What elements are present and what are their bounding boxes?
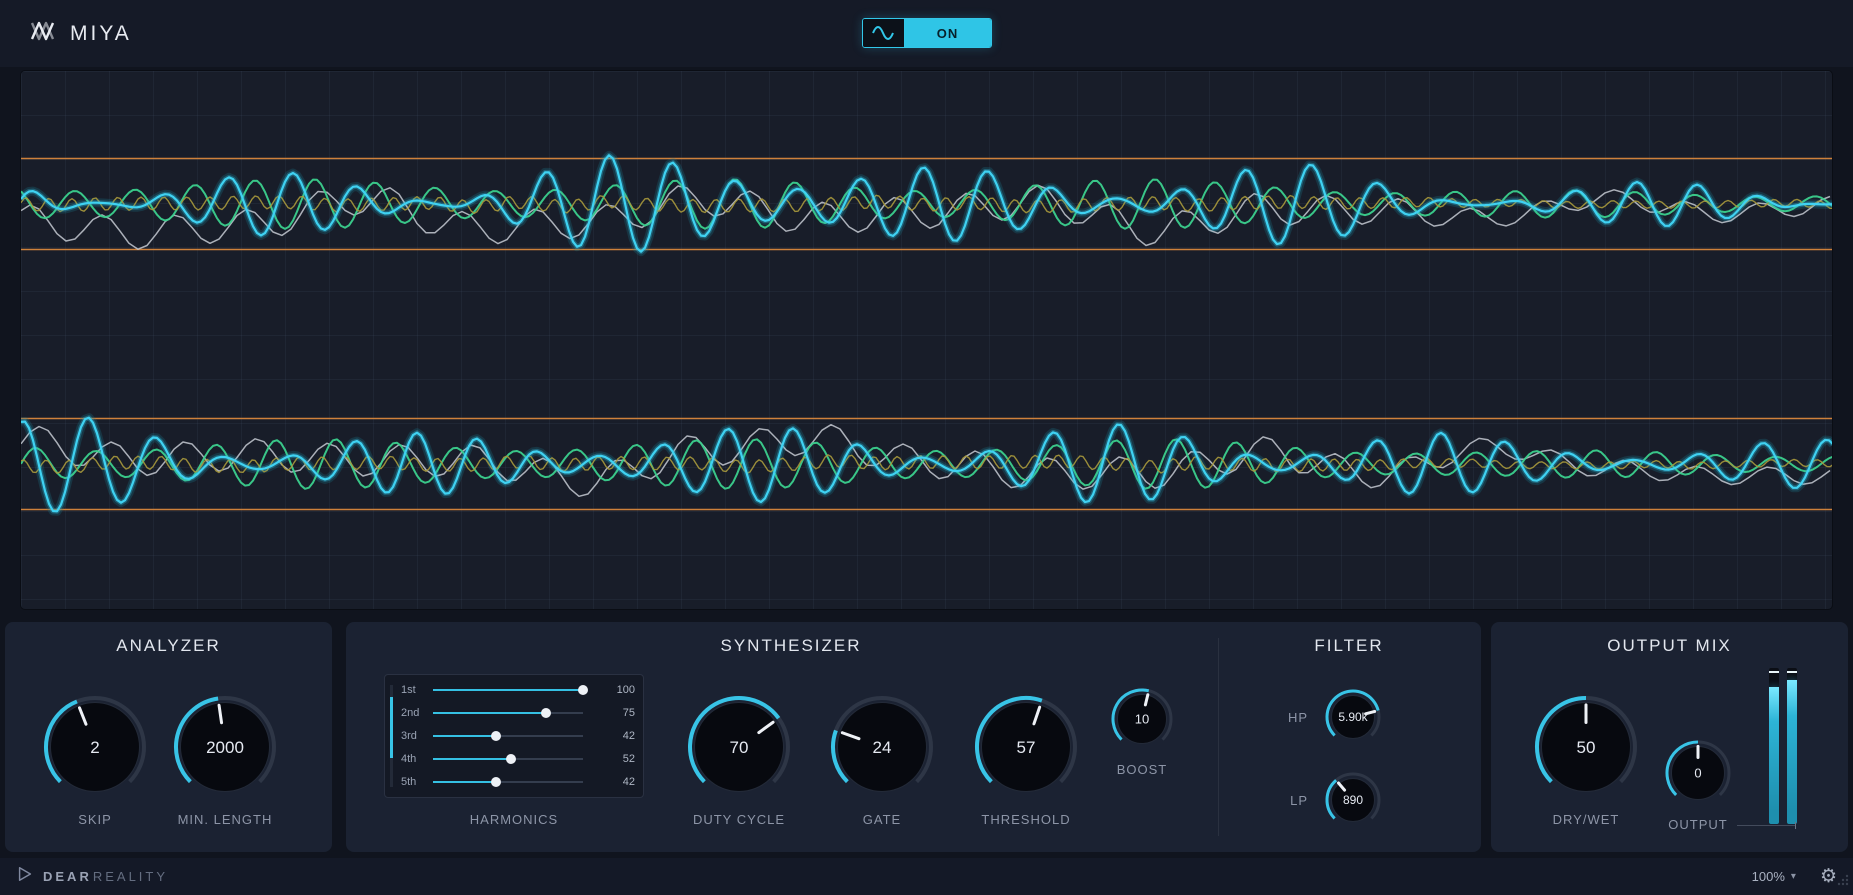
synthesizer-panel: SYNTHESIZER 1st 100 2nd 75 3rd 42 4th 52 5th 42 H…	[346, 622, 1481, 852]
threshold-knob-label: THRESHOLD	[981, 812, 1071, 827]
harmonic-slider[interactable]	[433, 685, 588, 696]
output-range-indicator	[1737, 822, 1796, 829]
harmonic-value: 100	[616, 684, 635, 697]
output-knob[interactable]: 0	[1664, 739, 1732, 807]
harmonic-slider-handle[interactable]	[490, 730, 501, 741]
svg-text:10: 10	[1135, 712, 1149, 727]
harmonic-row-4th: 4th 52	[401, 749, 635, 769]
harmonic-label: 1st	[401, 684, 416, 697]
harmonic-value: 52	[622, 752, 635, 765]
min-length-knob[interactable]: 2000	[173, 695, 277, 799]
harmonic-slider-handle[interactable]	[578, 685, 588, 696]
chevron-down-icon: ▾	[1790, 871, 1796, 882]
output-level-meters	[1769, 668, 1797, 824]
skip-knob-label: SKIP	[78, 812, 112, 827]
harmonic-slider[interactable]	[433, 753, 583, 764]
section-divider	[1218, 638, 1219, 836]
synthesizer-title: SYNTHESIZER	[720, 636, 862, 655]
status-bar: DEARREALITY 100% ▾ ⚙	[0, 858, 1853, 895]
brand-bold-text: DEAR	[43, 868, 92, 884]
harmonic-row-1st: 1st 100	[401, 680, 635, 700]
lp-knob-label: LP	[1290, 793, 1308, 808]
threshold-knob[interactable]: 57	[974, 695, 1078, 799]
dear-reality-logo-icon	[16, 865, 34, 888]
boost-knob[interactable]: 10	[1110, 687, 1174, 751]
harmonic-label: 4th	[401, 752, 417, 765]
boost-knob-label: BOOST	[1116, 762, 1168, 777]
app-title: MIYA	[70, 21, 132, 45]
top-bar: MIYA ON	[0, 0, 1853, 67]
harmonic-value: 75	[622, 707, 635, 720]
harmonic-row-2nd: 2nd 75	[401, 703, 635, 723]
harmonic-slider-handle[interactable]	[506, 753, 516, 764]
waveform-channel-1	[21, 150, 1832, 257]
svg-text:2: 2	[90, 738, 99, 757]
harmonic-row-5th: 5th 42	[401, 772, 635, 792]
output-mix-panel: OUTPUT MIX 50 DRY/WET 0 OUTPUT	[1491, 622, 1848, 852]
settings-gear-icon[interactable]: ⚙	[1820, 867, 1837, 886]
svg-text:0: 0	[1694, 766, 1701, 781]
duty-cycle-knob[interactable]: 70	[687, 695, 791, 799]
zoom-value: 100%	[1751, 869, 1785, 884]
harmonic-slider[interactable]	[433, 708, 583, 719]
min-length-knob-label: MIN. LENGTH	[177, 812, 273, 827]
waveform-icon	[862, 19, 905, 47]
harmonics-scrollbar-thumb[interactable]	[390, 697, 393, 759]
gate-knob[interactable]: 24	[830, 695, 934, 799]
harmonic-label: 2nd	[401, 707, 420, 720]
harmonic-value: 42	[622, 775, 635, 788]
harmonic-value: 42	[622, 729, 635, 742]
svg-text:70: 70	[730, 738, 749, 757]
resize-grip[interactable]	[1836, 873, 1850, 892]
skip-knob[interactable]: 2	[43, 695, 147, 799]
hp-knob-label: HP	[1287, 710, 1308, 725]
harmonics-box: 1st 100 2nd 75 3rd 42 4th 52 5th 42	[384, 674, 644, 798]
gate-knob-label: GATE	[862, 812, 902, 827]
analyzer-title: ANALYZER	[116, 636, 221, 655]
harmonic-label: 3rd	[401, 729, 417, 742]
filter-title: FILTER	[1314, 636, 1384, 655]
harmonic-slider-handle[interactable]	[490, 776, 501, 787]
svg-text:50: 50	[1577, 738, 1596, 757]
duty-cycle-knob-label: DUTY CYCLE	[692, 812, 786, 827]
brand: MIYA	[30, 18, 132, 49]
svg-text:5.90k: 5.90k	[1338, 710, 1368, 724]
svg-text:24: 24	[873, 738, 892, 757]
svg-text:2000: 2000	[206, 738, 244, 757]
zoom-control[interactable]: 100% ▾	[1752, 869, 1796, 884]
harmonics-label: HARMONICS	[469, 812, 559, 827]
level-meter-2	[1787, 668, 1797, 824]
waveform-display	[20, 70, 1833, 610]
harmonic-slider[interactable]	[433, 776, 583, 787]
output-mix-title: OUTPUT MIX	[1607, 636, 1732, 655]
harmonic-slider[interactable]	[433, 730, 583, 741]
dry-wet-knob[interactable]: 50	[1534, 695, 1638, 799]
dear-reality-brand: DEARREALITY	[16, 865, 168, 888]
lp-filter-knob[interactable]: 890	[1324, 771, 1382, 829]
brand-light-text: REALITY	[92, 868, 169, 884]
harmonic-slider-handle[interactable]	[540, 708, 551, 719]
waveform-channel-2	[21, 413, 1832, 516]
miya-logo-icon	[30, 18, 58, 49]
svg-text:57: 57	[1017, 738, 1036, 757]
power-toggle[interactable]: ON	[861, 18, 992, 48]
harmonic-label: 5th	[401, 775, 417, 788]
power-toggle-state: ON	[904, 19, 991, 47]
harmonics-scrollbar[interactable]	[390, 685, 393, 787]
svg-text:890: 890	[1343, 793, 1363, 807]
analyzer-panel: ANALYZER 2 SKIP 2000 MIN. LENGTH	[5, 622, 332, 852]
harmonic-row-3rd: 3rd 42	[401, 726, 635, 746]
hp-filter-knob[interactable]: 5.90k	[1324, 688, 1382, 746]
level-meter-1	[1769, 668, 1779, 824]
